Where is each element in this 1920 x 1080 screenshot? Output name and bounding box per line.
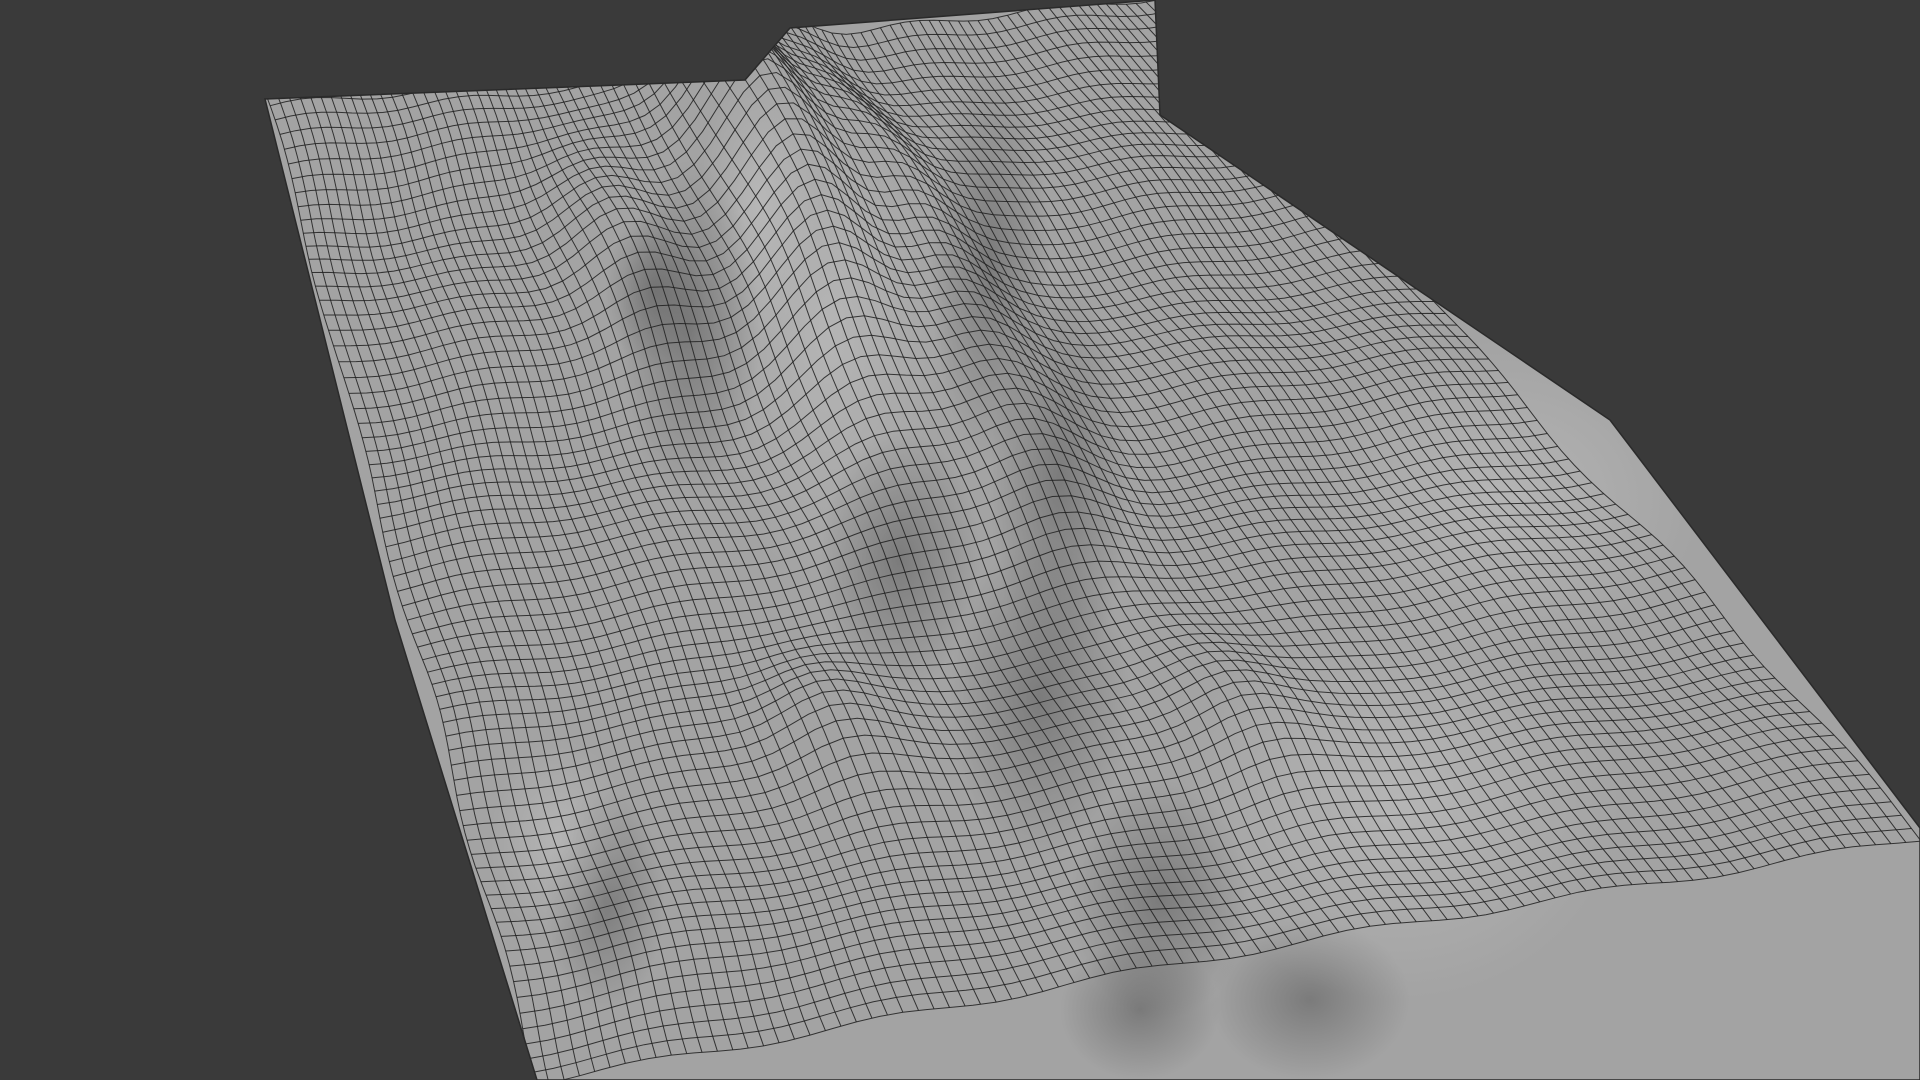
terrain-mesh[interactable]: [0, 0, 1920, 1080]
3d-viewport[interactable]: [0, 0, 1920, 1080]
